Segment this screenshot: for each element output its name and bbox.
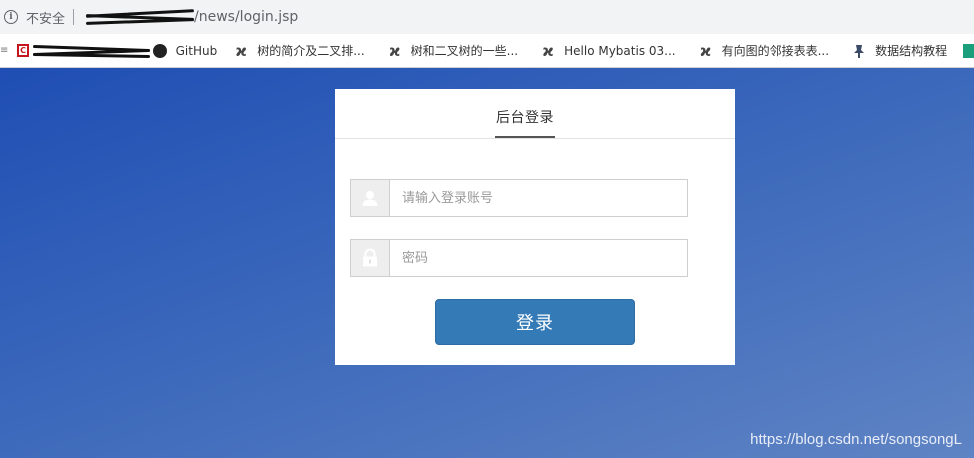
pin-icon <box>851 43 867 59</box>
security-label[interactable]: 不安全 <box>26 8 65 27</box>
bookmark-label: 树和二叉树的一些... <box>410 44 519 58</box>
bookmark-label: Hello Mybatis 03... <box>564 43 676 58</box>
bookmark-data-structures[interactable]: 数据结构教程 <box>851 42 947 59</box>
bookmark-binary-tree[interactable]: ϰ 树和二叉树的一些... <box>387 41 519 60</box>
password-input[interactable] <box>390 240 687 276</box>
info-icon[interactable]: i <box>4 10 18 24</box>
user-icon <box>351 180 390 216</box>
login-card: 后台登录 登录 <box>335 89 735 365</box>
bookmark-tree-intro[interactable]: ϰ 树的简介及二叉排... <box>233 41 365 60</box>
address-bar[interactable]: i 不安全 /news/login.jsp <box>0 0 974 34</box>
url-path[interactable]: /news/login.jsp <box>194 9 298 25</box>
bookmark-label: 数据结构教程 <box>875 44 948 58</box>
login-button[interactable]: 登录 <box>435 299 635 345</box>
bookmarks-bar: ≡ C GitHub ϰ 树的简介及二叉排... ϰ 树和二叉树的一些... ϰ… <box>0 34 974 68</box>
redacted-host <box>85 9 195 25</box>
redacted-bookmark <box>33 44 150 58</box>
tab-admin-login[interactable]: 后台登录 <box>495 107 555 127</box>
github-icon <box>152 43 168 59</box>
feather-icon: ϰ <box>389 41 401 60</box>
bookmark-github[interactable]: GitHub <box>152 43 218 59</box>
bookmark-hello-mybatis[interactable]: ϰ Hello Mybatis 03... <box>540 41 676 60</box>
feather-icon: ϰ <box>700 41 712 60</box>
feather-icon: ϰ <box>542 41 554 60</box>
bookmarks-overflow-icon[interactable]: ≡ <box>0 45 11 56</box>
bookmark-label: 树的简介及二叉排... <box>257 44 365 58</box>
bookmark-digraph-adjacency[interactable]: ϰ 有向图的邻接表表... <box>698 41 830 60</box>
username-field <box>350 179 688 217</box>
password-field <box>350 239 688 277</box>
bookmark-overflow-icon[interactable] <box>963 43 974 58</box>
bookmark-label: GitHub <box>175 43 218 58</box>
feather-icon: ϰ <box>235 41 247 60</box>
address-separator <box>73 9 75 25</box>
login-tabbar: 后台登录 <box>335 89 735 139</box>
lock-icon <box>351 240 390 276</box>
tab-active-indicator <box>495 136 555 138</box>
bookmark-label: 有向图的邻接表表... <box>721 44 830 58</box>
csdn-icon[interactable]: C <box>16 44 30 57</box>
watermark: https://blog.csdn.net/songsongL <box>750 431 962 448</box>
username-input[interactable] <box>390 180 687 216</box>
